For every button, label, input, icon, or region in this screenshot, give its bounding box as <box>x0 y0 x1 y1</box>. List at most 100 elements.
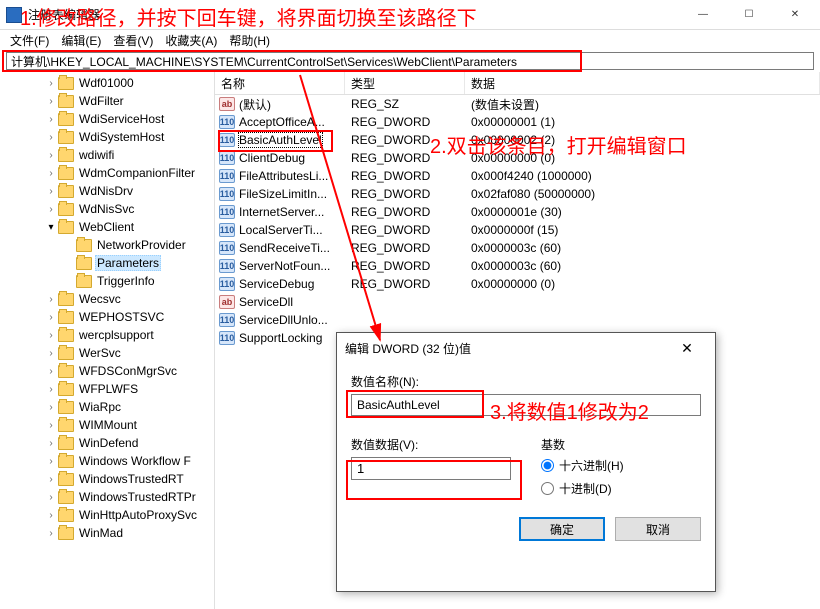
list-row[interactable]: ab(默认)REG_SZ(数值未设置) <box>215 95 820 113</box>
address-input[interactable] <box>6 52 814 70</box>
menu-file[interactable]: 文件(F) <box>4 32 55 49</box>
tree-item[interactable]: ›WFDSConMgrSvc <box>0 362 214 380</box>
folder-icon <box>58 455 74 468</box>
list-row[interactable]: 110ServiceDllUnlo... <box>215 311 820 329</box>
ok-button[interactable]: 确定 <box>519 517 605 541</box>
chevron-icon[interactable]: › <box>44 114 58 125</box>
menu-help[interactable]: 帮助(H) <box>223 32 276 49</box>
tree-item[interactable]: TriggerInfo <box>0 272 214 290</box>
tree-item[interactable]: ›WIMMount <box>0 416 214 434</box>
chevron-icon[interactable]: › <box>44 294 58 305</box>
radio-hex-input[interactable] <box>541 459 554 472</box>
tree-item[interactable]: Parameters <box>0 254 214 272</box>
radio-dec[interactable]: 十进制(D) <box>541 480 624 497</box>
tree-item[interactable]: ›WdiSystemHost <box>0 128 214 146</box>
folder-icon <box>58 365 74 378</box>
chevron-icon[interactable]: › <box>44 384 58 395</box>
address-bar <box>0 50 820 72</box>
tree-item[interactable]: ›WEPHOSTSVC <box>0 308 214 326</box>
menu-view[interactable]: 查看(V) <box>107 32 159 49</box>
chevron-icon[interactable]: › <box>44 204 58 215</box>
chevron-icon[interactable]: › <box>44 420 58 431</box>
menu-edit[interactable]: 编辑(E) <box>55 32 107 49</box>
tree-item[interactable]: ›WdmCompanionFilter <box>0 164 214 182</box>
dword-icon: 110 <box>219 313 235 327</box>
window-title: 注册表编辑器 <box>28 6 680 23</box>
tree-item[interactable]: ›WdNisSvc <box>0 200 214 218</box>
tree-item[interactable]: ▾ WebClient <box>0 218 214 236</box>
radio-hex[interactable]: 十六进制(H) <box>541 457 624 474</box>
tree-item[interactable]: ›WiaRpc <box>0 398 214 416</box>
tree-item-label: WFPLWFS <box>77 382 140 396</box>
list-row[interactable]: 110LocalServerTi...REG_DWORD0x0000000f (… <box>215 221 820 239</box>
tree-item[interactable]: ›wercplsupport <box>0 326 214 344</box>
chevron-icon[interactable]: › <box>44 474 58 485</box>
chevron-icon[interactable]: › <box>44 330 58 341</box>
list-row[interactable]: 110SendReceiveTi...REG_DWORD0x0000003c (… <box>215 239 820 257</box>
list-row[interactable]: 110ClientDebugREG_DWORD0x00000000 (0) <box>215 149 820 167</box>
col-type[interactable]: 类型 <box>345 72 465 94</box>
tree-item[interactable]: ›Wecsvc <box>0 290 214 308</box>
chevron-icon[interactable]: › <box>44 492 58 503</box>
value-name: ServerNotFoun... <box>239 259 330 273</box>
col-name[interactable]: 名称 <box>215 72 345 94</box>
tree-item[interactable]: ›WdFilter <box>0 92 214 110</box>
close-button[interactable]: ✕ <box>772 1 818 29</box>
chevron-icon[interactable]: › <box>44 312 58 323</box>
list-row[interactable]: 110InternetServer...REG_DWORD0x0000001e … <box>215 203 820 221</box>
list-row[interactable]: abServiceDll <box>215 293 820 311</box>
chevron-icon[interactable]: › <box>44 132 58 143</box>
value-data-input[interactable] <box>351 457 511 480</box>
tree-item[interactable]: ›WdiServiceHost <box>0 110 214 128</box>
value-data: 0x00000002 (2) <box>465 133 820 147</box>
dword-icon: 110 <box>219 205 235 219</box>
list-row[interactable]: 110FileSizeLimitIn...REG_DWORD0x02faf080… <box>215 185 820 203</box>
tree-item[interactable]: ›WinDefend <box>0 434 214 452</box>
folder-icon <box>58 383 74 396</box>
tree-item[interactable]: ›Windows Workflow F <box>0 452 214 470</box>
tree-item[interactable]: ›Wdf01000 <box>0 74 214 92</box>
tree-item[interactable]: ›WerSvc <box>0 344 214 362</box>
chevron-icon[interactable]: › <box>44 456 58 467</box>
menu-favorites[interactable]: 收藏夹(A) <box>159 32 223 49</box>
tree-item[interactable]: › WFPLWFS <box>0 380 214 398</box>
cancel-button[interactable]: 取消 <box>615 517 701 541</box>
chevron-icon[interactable]: › <box>44 402 58 413</box>
tree-item[interactable]: ›WindowsTrustedRT <box>0 470 214 488</box>
value-name: ServiceDebug <box>239 277 314 291</box>
dword-icon: 110 <box>219 223 235 237</box>
tree-item[interactable]: ›wdiwifi <box>0 146 214 164</box>
chevron-icon[interactable]: › <box>44 366 58 377</box>
tree-view[interactable]: ›Wdf01000›WdFilter›WdiServiceHost›WdiSys… <box>0 72 215 609</box>
tree-item[interactable]: NetworkProvider <box>0 236 214 254</box>
chevron-icon[interactable]: › <box>44 150 58 161</box>
value-name: InternetServer... <box>239 205 324 219</box>
chevron-icon[interactable]: › <box>44 348 58 359</box>
chevron-icon[interactable]: › <box>44 528 58 539</box>
chevron-icon[interactable]: › <box>44 510 58 521</box>
chevron-icon[interactable]: › <box>44 438 58 449</box>
chevron-icon[interactable]: ▾ <box>44 222 58 233</box>
chevron-icon[interactable]: › <box>44 168 58 179</box>
list-row[interactable]: 110BasicAuthLevelREG_DWORD0x00000002 (2) <box>215 131 820 149</box>
list-row[interactable]: 110ServerNotFoun...REG_DWORD0x0000003c (… <box>215 257 820 275</box>
value-name-input[interactable] <box>351 394 701 416</box>
chevron-icon[interactable]: › <box>44 186 58 197</box>
tree-item[interactable]: ›WdNisDrv <box>0 182 214 200</box>
maximize-button[interactable]: ☐ <box>726 1 772 29</box>
list-row[interactable]: 110ServiceDebugREG_DWORD0x00000000 (0) <box>215 275 820 293</box>
list-row[interactable]: 110FileAttributesLi...REG_DWORD0x000f424… <box>215 167 820 185</box>
chevron-icon[interactable]: › <box>44 78 58 89</box>
dialog-close-button[interactable]: ✕ <box>667 340 707 357</box>
dialog-titlebar: 编辑 DWORD (32 位)值 ✕ <box>337 333 715 363</box>
list-row[interactable]: 110AcceptOfficeA...REG_DWORD0x00000001 (… <box>215 113 820 131</box>
folder-icon <box>58 401 74 414</box>
tree-item[interactable]: ›WinMad <box>0 524 214 542</box>
minimize-button[interactable]: — <box>680 1 726 29</box>
tree-item[interactable]: ›WinHttpAutoProxySvc <box>0 506 214 524</box>
tree-item-label: WebClient <box>77 220 136 234</box>
radio-dec-input[interactable] <box>541 482 554 495</box>
tree-item[interactable]: ›WindowsTrustedRTPr <box>0 488 214 506</box>
col-data[interactable]: 数据 <box>465 72 820 94</box>
chevron-icon[interactable]: › <box>44 96 58 107</box>
